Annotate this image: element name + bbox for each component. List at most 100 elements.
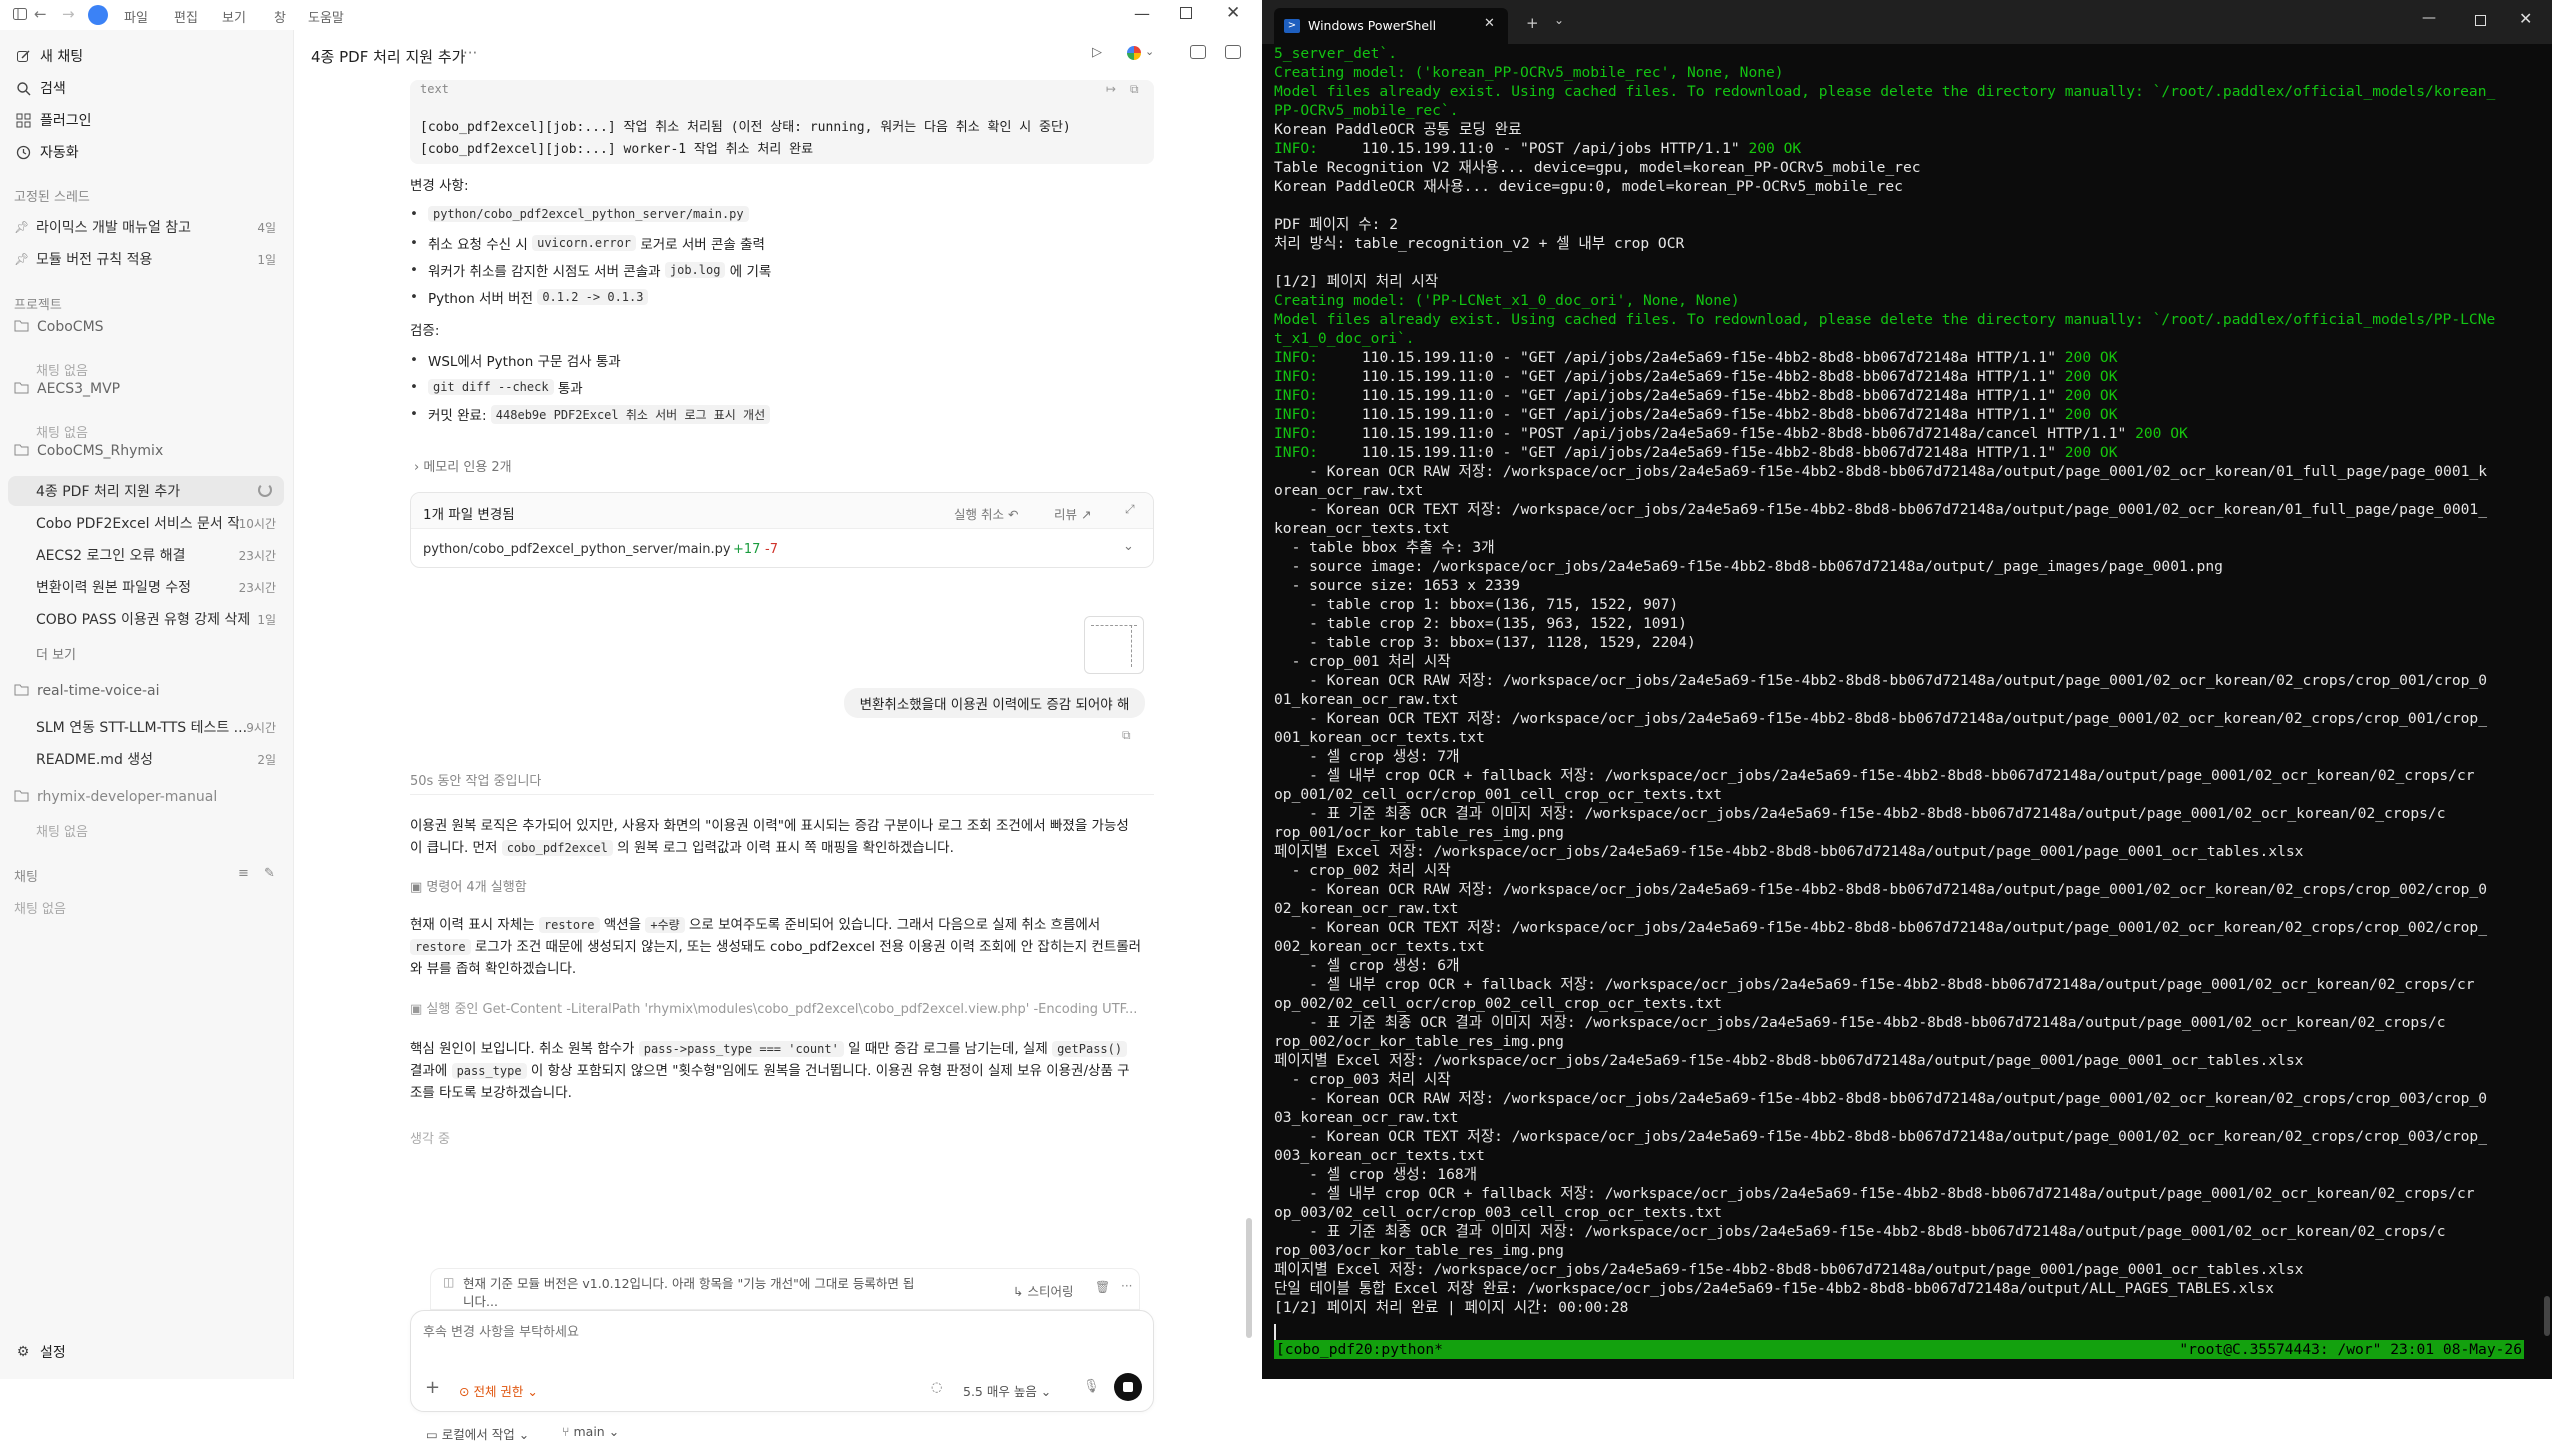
thread-item-active[interactable]: 4종 PDF 처리 지원 추가 <box>8 476 284 506</box>
log-text: 110.15.199.11:0 - "POST /api/jobs HTTP/1… <box>1317 140 1749 157</box>
more-options-button[interactable]: ··· <box>463 44 477 62</box>
automation-button[interactable]: 자동화 <box>14 138 79 166</box>
new-chat-button[interactable]: 새 채팅 <box>14 42 83 70</box>
running-command-label: 실행 중인 Get-Content -LiteralPath 'rhymix\m… <box>426 1002 1138 1017</box>
forward-arrow-icon[interactable]: → <box>62 5 75 23</box>
steer-button[interactable]: ↳ 스티어링 <box>1013 1281 1073 1300</box>
menu-window[interactable]: 창 <box>274 7 286 26</box>
thread-label: 4종 PDF 처리 지원 추가 <box>36 484 181 500</box>
changes-heading: 변경 사항: <box>410 178 469 194</box>
stop-button[interactable] <box>1114 1373 1142 1401</box>
play-icon[interactable]: ▷ <box>1092 45 1102 60</box>
memory-citation-toggle[interactable]: › 메모리 인용 2개 <box>414 456 512 475</box>
pinned-thread[interactable]: 📌︎ 라이믹스 개발 매뉴얼 참고 4일 <box>8 212 284 242</box>
terminal-line: op_001/02_cell_ocr/crop_001_cell_crop_oc… <box>1274 786 1723 803</box>
back-arrow-icon[interactable]: ← <box>34 5 47 23</box>
terminal-icon[interactable] <box>1190 45 1206 59</box>
terminal-tab[interactable]: > Windows PowerShell ✕ <box>1274 8 1508 44</box>
maximize-icon[interactable] <box>2475 15 2486 26</box>
new-chat-icon[interactable]: ✎ <box>264 866 275 881</box>
http-status: 200 OK <box>2135 425 2188 442</box>
browser-icon[interactable] <box>1127 46 1141 60</box>
empty-chats-label: 채팅 없음 <box>14 902 66 917</box>
microphone-icon[interactable]: 🎙︎ <box>1083 1379 1100 1394</box>
thread-item[interactable]: AECS2 로그인 오류 해결 23시간 <box>8 540 284 570</box>
terminal-line: INFO: 110.15.199.11:0 - "GET /api/jobs/2… <box>1274 367 2544 386</box>
trash-icon[interactable]: 🗑︎ <box>1095 1280 1110 1294</box>
project-folder[interactable]: real-time-voice-ai <box>14 678 159 704</box>
thread-item[interactable]: SLM 연동 STT-LLM-TTS 테스트 ... 9시간 <box>8 712 284 742</box>
add-attachment-icon[interactable]: + <box>425 1377 440 1398</box>
terminal-line: PDF 페이지 수: 2 <box>1274 216 1398 233</box>
close-icon[interactable]: ✕ <box>2519 9 2532 28</box>
show-more-link[interactable]: 더 보기 <box>36 644 76 663</box>
branch-selector[interactable]: ⑂ main ⌄ <box>562 1424 619 1439</box>
terminal-line: - 표 기준 최종 OCR 결과 이미지 저장: /workspace/ocr_… <box>1274 1014 2446 1031</box>
running-command[interactable]: ▣ 실행 중인 Get-Content -LiteralPath 'rhymix… <box>410 998 1137 1017</box>
thread-item[interactable]: README.md 생성 2일 <box>8 744 284 774</box>
scrollbar-thumb[interactable] <box>1246 1218 1252 1338</box>
text: 로그가 조건 때문에 생성되지 않는지, 또는 생성돼도 cobo_pdf2ex… <box>474 939 1142 955</box>
search-button[interactable]: 검색 <box>14 74 66 102</box>
log-level-label: INFO: <box>1274 349 1318 366</box>
terminal-scrollbar[interactable] <box>2544 1296 2550 1336</box>
wrap-icon[interactable]: ↦ <box>1106 82 1116 96</box>
project-folder[interactable]: CoboCMS <box>14 314 104 340</box>
changed-file-path[interactable]: python/cobo_pdf2excel_python_server/main… <box>423 542 731 557</box>
thread-item[interactable]: 변환이력 원본 파일명 수정 23시간 <box>8 572 284 602</box>
assistant-text: 와 뷰를 좁혀 확인하겠습니다. <box>410 961 577 977</box>
sidebar-toggle-icon[interactable] <box>12 6 28 22</box>
copy-icon[interactable]: ⧉ <box>1130 82 1139 97</box>
panel-toggle-icon[interactable] <box>1225 45 1241 59</box>
review-button[interactable]: 리뷰 ↗ <box>1054 504 1091 523</box>
minimize-icon[interactable]: — <box>2422 10 2436 26</box>
chevron-down-icon[interactable]: ⌄ <box>1554 13 1564 27</box>
model-selector[interactable]: 5.5 매우 높음 ⌄ <box>963 1381 1051 1400</box>
project-folder[interactable]: rhymix-developer-manual <box>14 784 217 810</box>
terminal-line: 002_korean_ocr_texts.txt <box>1274 938 1485 955</box>
expand-icon[interactable]: ⤢ <box>1125 502 1135 517</box>
image-attachment-thumbnail[interactable] <box>1084 616 1144 674</box>
thread-item[interactable]: Cobo PDF2Excel 서비스 문서 작성 10시간 <box>8 508 284 538</box>
tmux-status-bar: [cobo_pdf20:python* "root@C.35574443: /w… <box>1274 1340 2524 1359</box>
thread-label: 변환이력 원본 파일명 수정 <box>36 580 192 596</box>
terminal-line: INFO: 110.15.199.11:0 - "POST /api/jobs … <box>1274 139 2544 158</box>
undo-button[interactable]: 실행 취소 ↶ <box>954 504 1018 523</box>
copy-icon[interactable]: ⧉ <box>1122 728 1131 743</box>
filter-icon[interactable]: ≡ <box>238 866 249 881</box>
commands-run-toggle[interactable]: ▣ 명령어 4개 실행함 <box>410 876 527 895</box>
message-input[interactable] <box>423 1325 1123 1340</box>
menu-view[interactable]: 보기 <box>222 7 246 26</box>
menu-help[interactable]: 도움말 <box>308 7 344 26</box>
workspace-selector[interactable]: ▭ 로컬에서 작업 ⌄ <box>426 1424 529 1443</box>
new-tab-icon[interactable]: + <box>1526 14 1539 32</box>
chevron-down-icon[interactable]: ⌄ <box>1145 45 1154 58</box>
project-folder[interactable]: CoboCMS_Rhymix <box>14 438 163 464</box>
minimize-icon[interactable]: — <box>1134 4 1150 23</box>
terminal-line: - 표 기준 최종 OCR 결과 이미지 저장: /workspace/ocr_… <box>1274 805 2446 822</box>
code-line: [cobo_pdf2excel][job:...] worker-1 작업 취소… <box>420 142 814 157</box>
pinned-thread[interactable]: 📌︎ 모듈 버전 규칙 적용 1일 <box>8 244 284 274</box>
code-language-label: text <box>420 82 449 96</box>
thread-item[interactable]: COBO PASS 이용권 유형 강제 삭제 1일 <box>8 604 284 634</box>
maximize-icon[interactable] <box>1180 7 1192 19</box>
tab-close-icon[interactable]: ✕ <box>1484 16 1495 31</box>
terminal-output[interactable]: 5_server_det`. Creating model: ('korean_P… <box>1274 44 2544 1344</box>
menu-edit[interactable]: 편집 <box>174 7 198 26</box>
menu-file[interactable]: 파일 <box>124 7 148 26</box>
permission-selector[interactable]: ⊙ 전체 권한 ⌄ <box>459 1381 538 1400</box>
settings-button[interactable]: ⚙ 설정 <box>14 1338 66 1366</box>
plugins-button[interactable]: 플러그인 <box>14 106 92 134</box>
terminal-line: t_x1_0_doc_ori`. <box>1274 330 1415 347</box>
close-icon[interactable]: ✕ <box>1226 3 1240 23</box>
thread-label: AECS2 로그인 오류 해결 <box>36 548 186 564</box>
project-folder[interactable]: AECS3_MVP <box>14 376 120 402</box>
assistant-text: 현재 이력 표시 자체는 restore 액션을 +수량 으로 보여주도록 준비… <box>410 914 1100 936</box>
project-name: AECS3_MVP <box>37 381 121 397</box>
more-icon[interactable]: ··· <box>1121 1279 1132 1293</box>
title-bar: ← → 파일 편집 보기 창 도움말 — ✕ <box>0 0 1262 30</box>
terminal-line: [1/2] 페이지 처리 완료 | 페이지 시간: 00:00:28 <box>1274 1299 1629 1316</box>
log-level-label: INFO: <box>1274 368 1318 385</box>
chevron-down-icon[interactable]: ⌄ <box>1123 539 1134 554</box>
